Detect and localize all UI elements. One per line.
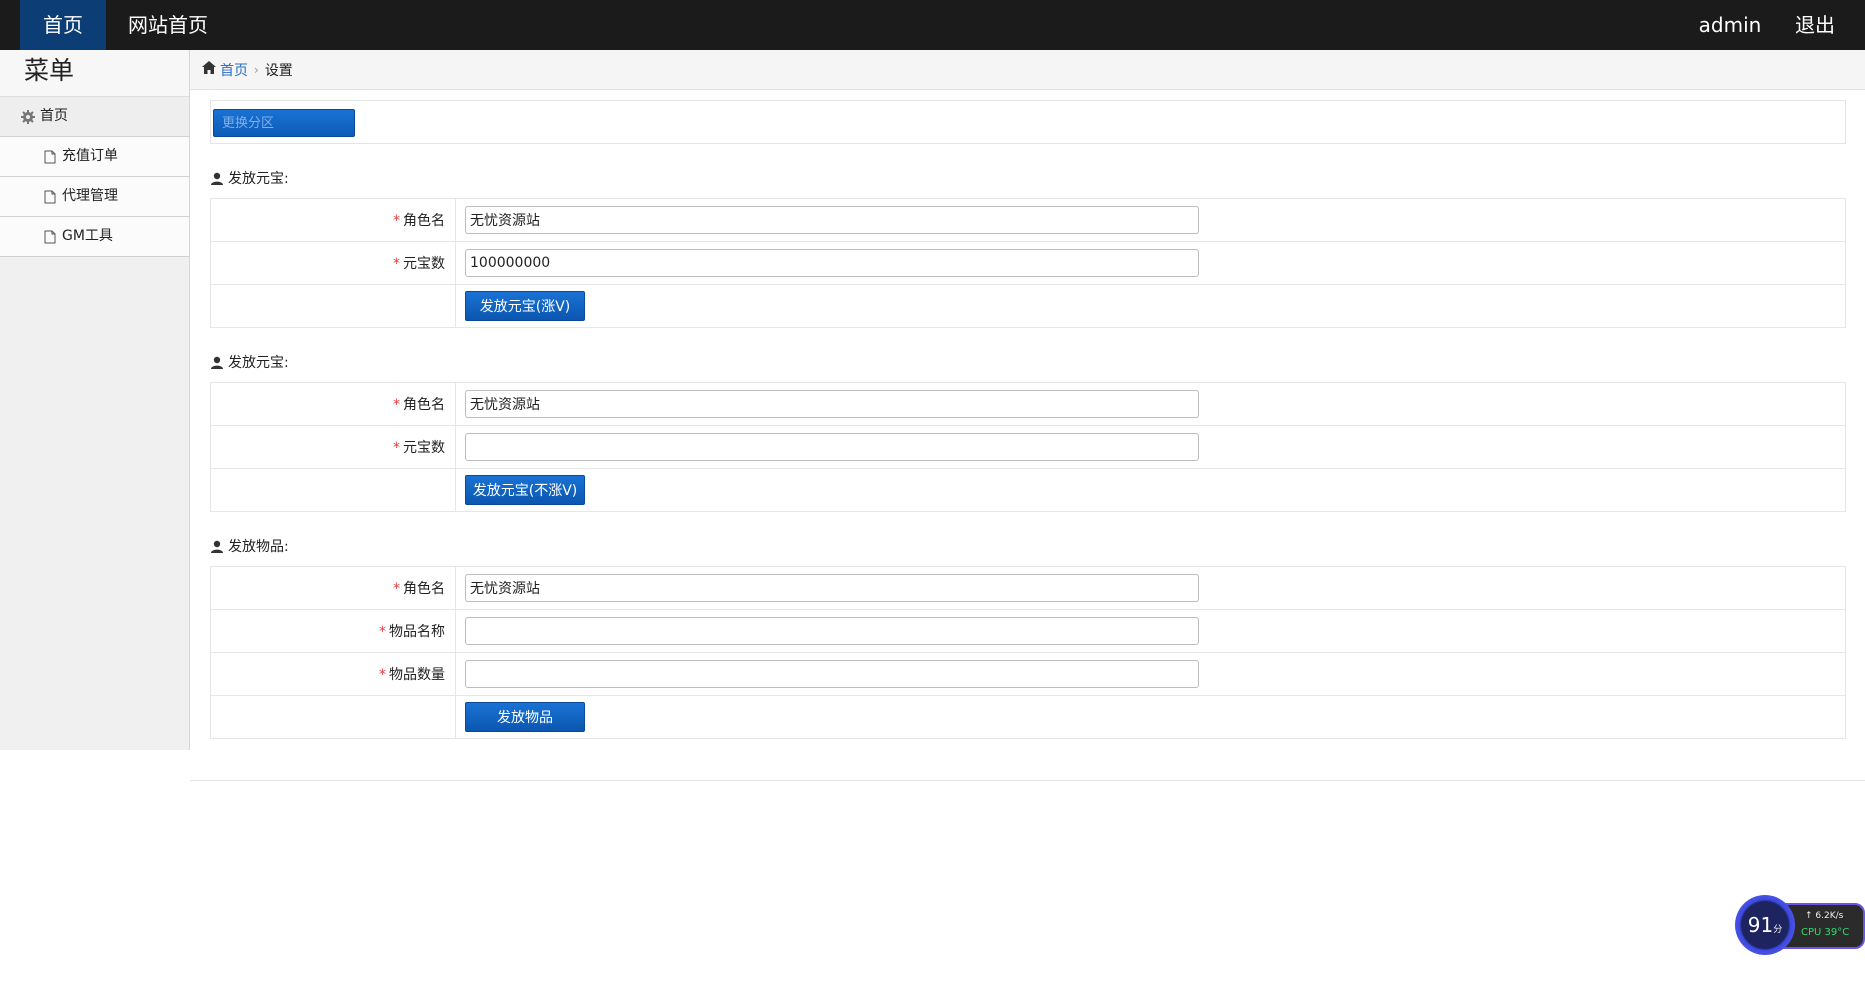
section-title-text: 发放物品: <box>228 539 289 555</box>
form-label: * 角色名 <box>210 382 456 426</box>
role-name-input[interactable] <box>465 206 1199 234</box>
form-row: * 元宝数 <box>210 425 1846 469</box>
top-navbar: 首页 网站首页 admin 退出 <box>0 0 1865 50</box>
switch-partition-button[interactable]: 更换分区 <box>213 109 355 137</box>
form-label: * 角色名 <box>210 198 456 242</box>
partition-bar: 更换分区 <box>210 100 1846 144</box>
file-icon <box>42 149 58 165</box>
ingot-amount-input[interactable] <box>465 249 1199 277</box>
form-row: 发放物品 <box>210 695 1846 739</box>
send-item-button[interactable]: 发放物品 <box>465 702 585 732</box>
form-row: * 角色名 <box>210 566 1846 610</box>
sidebar-item-home[interactable]: 首页 <box>0 97 189 137</box>
section-title-text: 发放元宝: <box>228 355 289 371</box>
form-row: 发放元宝(涨V) <box>210 284 1846 328</box>
sidebar-item-label: GM工具 <box>62 228 113 244</box>
form-row: * 角色名 <box>210 198 1846 242</box>
section-title: 发放元宝: <box>210 160 1846 198</box>
sidebar-item-recharge-orders[interactable]: 充值订单 <box>0 137 189 177</box>
sidebar-title: 菜单 <box>0 50 189 97</box>
item-name-input[interactable] <box>465 617 1199 645</box>
user-icon <box>210 172 224 186</box>
role-name-input[interactable] <box>465 390 1199 418</box>
form-label: * 元宝数 <box>210 425 456 469</box>
section-title: 发放元宝: <box>210 344 1846 382</box>
main-content: 更换分区 发放元宝: *角色名 *元宝数 发放元宝(涨V) 发放元宝: *角色名 <box>210 100 1846 739</box>
sidebar-item-label: 充值订单 <box>62 148 118 164</box>
user-icon <box>210 540 224 554</box>
ingot-novip-form: *角色名 *元宝数 发放元宝(不涨V) <box>210 382 1846 512</box>
section-title: 发放物品: <box>210 528 1846 566</box>
file-icon <box>42 229 58 245</box>
ingot-amount-input[interactable] <box>465 433 1199 461</box>
form-label: * 物品名称 <box>210 609 456 653</box>
ingot-vip-form: *角色名 *元宝数 发放元宝(涨V) <box>210 198 1846 328</box>
sidebar-item-label: 首页 <box>40 108 68 124</box>
sidebar-item-label: 代理管理 <box>62 188 118 204</box>
form-row: * 角色名 <box>210 382 1846 426</box>
breadcrumb-home-link[interactable]: 首页 <box>220 60 248 80</box>
form-row: * 元宝数 <box>210 241 1846 285</box>
user-icon <box>210 356 224 370</box>
widget-network-speed: ↑ 6.2K/s <box>1805 911 1844 921</box>
sidebar: 菜单 首页 充值订单 代理管理 GM工具 <box>0 50 190 750</box>
sidebar-item-gm-tools[interactable]: GM工具 <box>0 217 189 257</box>
footer-divider <box>190 780 1865 781</box>
section-title-text: 发放元宝: <box>228 171 289 187</box>
form-row: * 物品名称 <box>210 609 1846 653</box>
nav-home-link[interactable]: 首页 <box>20 0 106 50</box>
send-item-form: *角色名 *物品名称 *物品数量 发放物品 <box>210 566 1846 739</box>
gear-icon <box>20 109 36 125</box>
widget-score-badge: 91分 <box>1735 895 1795 955</box>
form-label: * 物品数量 <box>210 652 456 696</box>
breadcrumb: 首页 › 设置 <box>190 50 1865 90</box>
nav-logout-link[interactable]: 退出 <box>1785 0 1845 50</box>
breadcrumb-separator-icon: › <box>254 62 259 77</box>
send-ingot-novip-button[interactable]: 发放元宝(不涨V) <box>465 475 585 505</box>
home-icon <box>202 61 216 78</box>
nav-user-link[interactable]: admin <box>1680 0 1780 50</box>
sidebar-item-agent-management[interactable]: 代理管理 <box>0 177 189 217</box>
role-name-input[interactable] <box>465 574 1199 602</box>
widget-cpu-temp: CPU 39°C <box>1801 927 1850 938</box>
nav-site-home-link[interactable]: 网站首页 <box>128 0 228 50</box>
form-label: * 元宝数 <box>210 241 456 285</box>
performance-widget[interactable]: 91分 ↑ 6.2K/s CPU 39°C <box>1735 895 1865 957</box>
form-row: * 物品数量 <box>210 652 1846 696</box>
breadcrumb-current: 设置 <box>264 62 293 79</box>
file-icon <box>42 189 58 205</box>
form-label: * 角色名 <box>210 566 456 610</box>
send-ingot-vip-button[interactable]: 发放元宝(涨V) <box>465 291 585 321</box>
form-row: 发放元宝(不涨V) <box>210 468 1846 512</box>
item-quantity-input[interactable] <box>465 660 1199 688</box>
